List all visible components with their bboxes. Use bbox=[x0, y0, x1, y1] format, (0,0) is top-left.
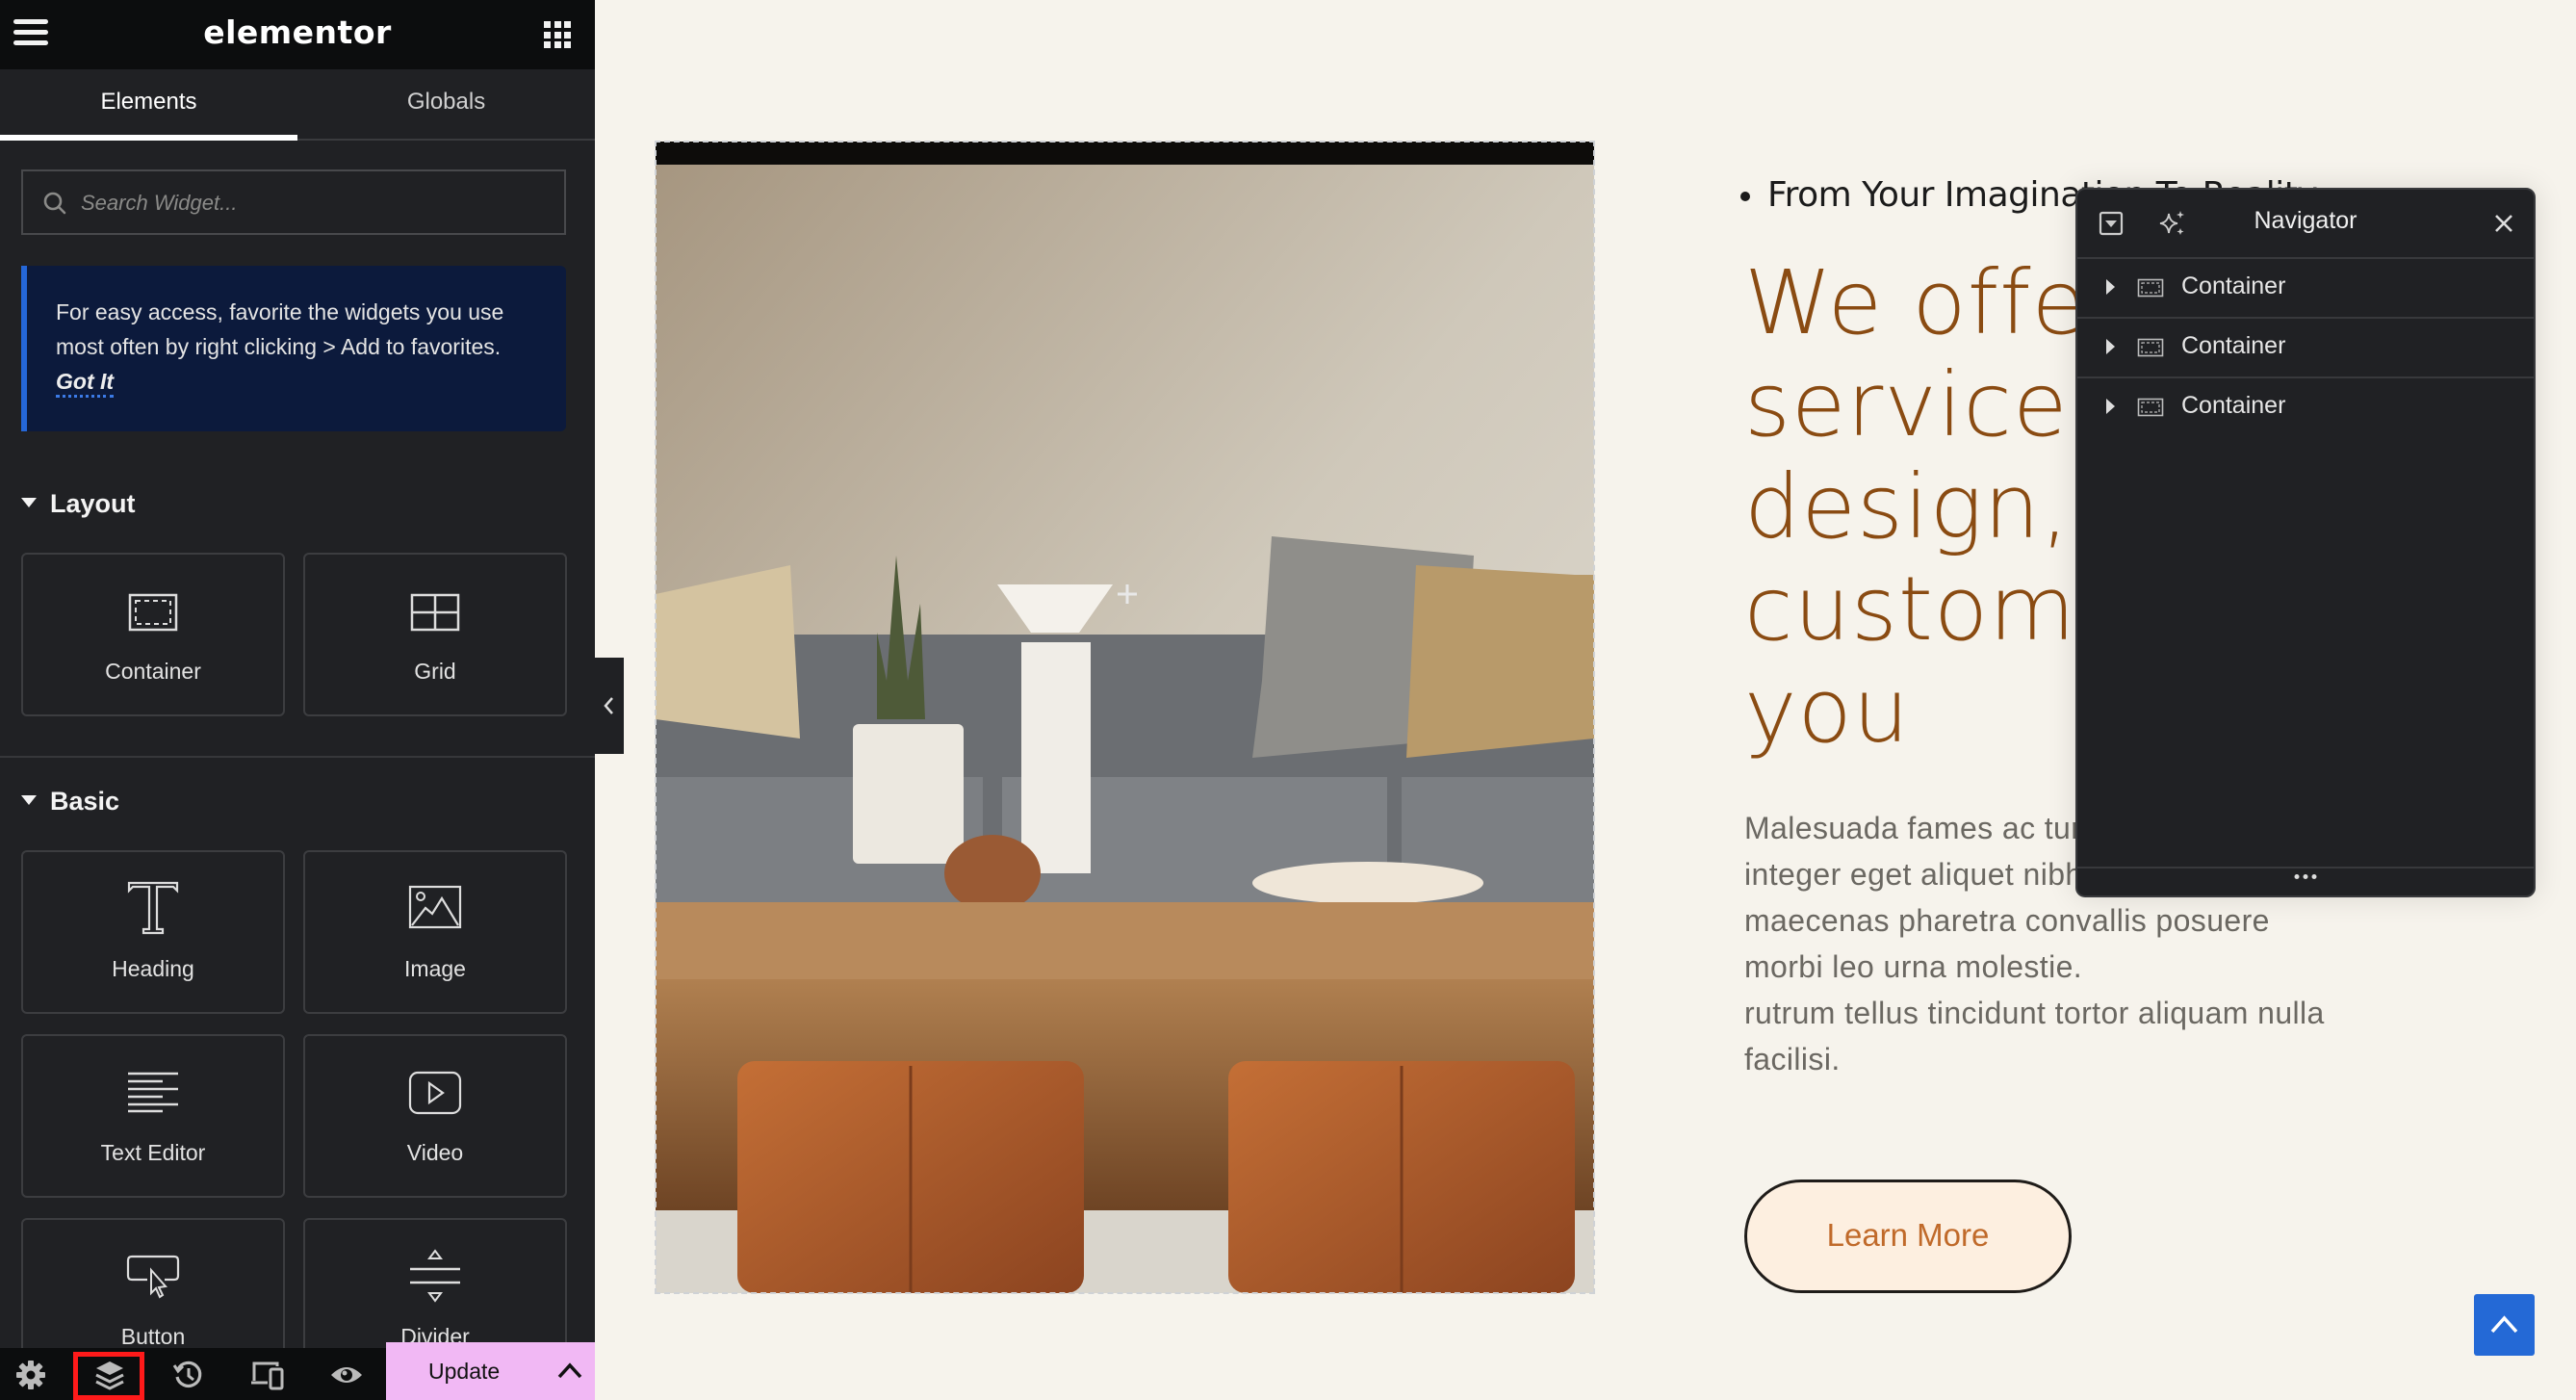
widget-label: Heading bbox=[112, 956, 194, 981]
caret-right-icon[interactable] bbox=[2106, 279, 2115, 295]
navigator-button-highlight bbox=[73, 1352, 144, 1400]
paragraph-line: maecenas pharetra convallis posuere bbox=[1744, 903, 2270, 938]
container-icon bbox=[2137, 398, 2164, 417]
navigator-panel: Navigator Container Container Container bbox=[2075, 188, 2536, 897]
chevron-up-icon[interactable] bbox=[556, 1359, 583, 1382]
navigator-item-label: Container bbox=[2181, 392, 2286, 419]
update-label: Update bbox=[428, 1359, 501, 1384]
widget-label: Video bbox=[406, 1140, 464, 1165]
button-icon bbox=[126, 1255, 180, 1299]
settings-icon[interactable] bbox=[13, 1358, 48, 1392]
responsive-mode-icon[interactable] bbox=[250, 1358, 285, 1392]
container-icon bbox=[2137, 338, 2164, 357]
widget-text-editor[interactable]: Text Editor bbox=[21, 1034, 285, 1198]
got-it-link[interactable]: Got It bbox=[56, 368, 115, 398]
search-widget-input[interactable] bbox=[79, 171, 545, 235]
navigator-item[interactable]: Container bbox=[2077, 257, 2534, 319]
section-divider bbox=[0, 756, 595, 758]
navigator-item-label: Container bbox=[2181, 332, 2286, 359]
widget-label: Container bbox=[105, 659, 201, 684]
elementor-logo: elementor bbox=[203, 13, 392, 51]
panel-tabs: Elements Globals bbox=[0, 69, 595, 141]
elementor-panel: elementor Elements Globals For easy acce… bbox=[0, 0, 595, 1400]
text-editor-icon bbox=[128, 1072, 178, 1113]
collapse-panel-button[interactable] bbox=[595, 658, 624, 754]
widgets-grid-icon[interactable] bbox=[544, 21, 571, 48]
tip-text: For easy access, favorite the widgets yo… bbox=[56, 299, 504, 359]
scroll-to-top-button[interactable] bbox=[2474, 1294, 2535, 1356]
caret-right-icon[interactable] bbox=[2106, 339, 2115, 354]
search-widget-field[interactable] bbox=[21, 169, 566, 235]
heading-icon bbox=[127, 881, 179, 935]
section-basic-toggle[interactable]: Basic bbox=[21, 787, 119, 817]
caret-down-icon bbox=[21, 794, 37, 805]
section-title-basic: Basic bbox=[50, 787, 120, 816]
chevron-left-icon bbox=[604, 697, 613, 714]
hero-image-living-room[interactable] bbox=[655, 141, 1595, 1294]
navigator-resize-footer[interactable] bbox=[2077, 867, 2534, 895]
paragraph-line: rutrum tellus tincidunt tortor aliquam n… bbox=[1744, 996, 2325, 1030]
close-icon[interactable] bbox=[2493, 213, 2514, 234]
tab-globals[interactable]: Globals bbox=[297, 69, 595, 139]
paragraph-line: morbi leo urna molestie. bbox=[1744, 949, 2083, 984]
widget-label: Image bbox=[404, 956, 466, 981]
navigator-item-label: Container bbox=[2181, 272, 2286, 299]
caret-down-icon bbox=[21, 497, 37, 507]
section-layout-toggle[interactable]: Layout bbox=[21, 489, 136, 519]
widget-image[interactable]: Image bbox=[303, 850, 567, 1014]
widget-label: Text Editor bbox=[100, 1140, 206, 1165]
widget-grid[interactable]: Grid bbox=[303, 553, 567, 716]
chevron-up-icon bbox=[2490, 1315, 2518, 1334]
container-icon bbox=[2137, 278, 2164, 298]
paragraph-line: facilisi. bbox=[1744, 1042, 1841, 1076]
widget-label: Grid bbox=[414, 659, 456, 684]
update-button[interactable]: Update bbox=[386, 1342, 595, 1400]
more-dots-icon[interactable] bbox=[2294, 874, 2317, 879]
panel-header: elementor bbox=[0, 0, 595, 69]
navigator-header[interactable]: Navigator bbox=[2077, 190, 2534, 259]
widget-heading[interactable]: Heading bbox=[21, 850, 285, 1014]
image-top-bar bbox=[656, 142, 1594, 165]
grid-icon bbox=[410, 593, 460, 632]
widget-video[interactable]: Video bbox=[303, 1034, 567, 1198]
widget-label: Button bbox=[120, 1324, 186, 1349]
navigator-item[interactable]: Container bbox=[2077, 376, 2534, 436]
navigator-title: Navigator bbox=[2254, 207, 2357, 234]
living-room-photo bbox=[656, 142, 1594, 1293]
video-icon bbox=[408, 1071, 462, 1115]
widget-container[interactable]: Container bbox=[21, 553, 285, 716]
search-icon bbox=[43, 192, 66, 215]
section-title-layout: Layout bbox=[50, 489, 136, 518]
navigator-item[interactable]: Container bbox=[2077, 317, 2534, 378]
history-icon[interactable] bbox=[171, 1358, 206, 1392]
divider-icon bbox=[410, 1249, 460, 1303]
caret-right-icon[interactable] bbox=[2106, 399, 2115, 414]
learn-more-button[interactable]: Learn More bbox=[1744, 1180, 2072, 1293]
favorites-tip: For easy access, favorite the widgets yo… bbox=[21, 266, 566, 431]
image-icon bbox=[408, 885, 462, 929]
container-icon bbox=[128, 593, 178, 632]
tab-elements[interactable]: Elements bbox=[0, 69, 297, 141]
preview-eye-icon[interactable] bbox=[329, 1358, 364, 1392]
